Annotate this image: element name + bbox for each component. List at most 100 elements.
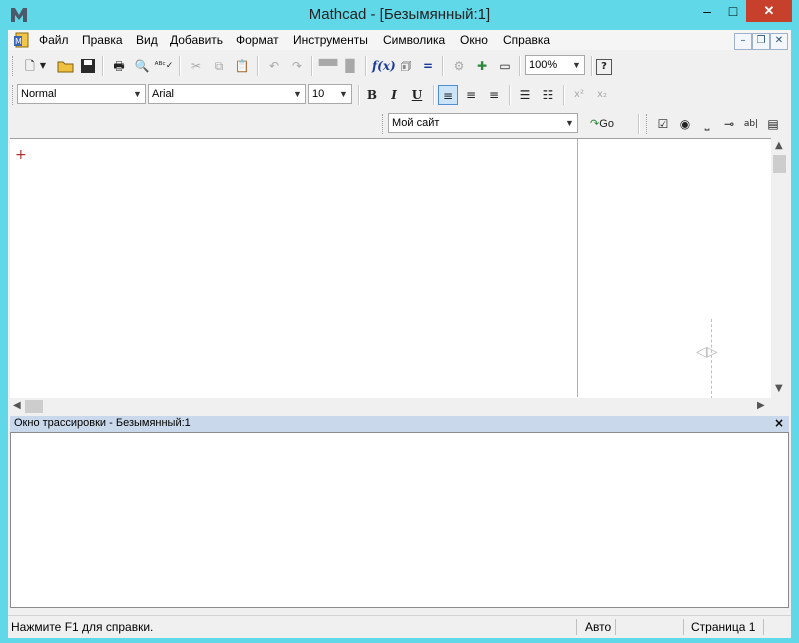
worksheet[interactable]: + ◁▷ xyxy=(10,138,771,399)
toolbar-grip[interactable] xyxy=(12,85,16,105)
font-size-value: 10 xyxy=(312,88,325,100)
chevron-down-icon: ▼ xyxy=(133,89,142,99)
toolbar-separator xyxy=(563,85,565,105)
scroll-left-icon[interactable]: ◀ xyxy=(13,400,21,411)
web-location-select[interactable]: Мой сайт ▼ xyxy=(388,113,578,133)
formatting-toolbar: Normal ▼ Arial ▼ 10 ▼ B I U ≡ ≡ ≡ ☰ ☷ x²… xyxy=(8,81,791,107)
font-size-select[interactable]: 10 ▼ xyxy=(308,84,352,104)
toolbar-grip[interactable] xyxy=(646,114,650,134)
bullet-list-icon[interactable]: ☰ xyxy=(515,85,535,105)
status-mode: Авто xyxy=(585,620,612,634)
status-separator xyxy=(763,619,764,635)
menu-tools[interactable]: Инструменты xyxy=(293,33,368,47)
menu-edit[interactable]: Правка xyxy=(82,33,123,47)
numbered-list-icon[interactable]: ☷ xyxy=(538,85,558,105)
radio-control-icon[interactable]: ◉ xyxy=(675,114,695,134)
textbox-control-icon[interactable]: ab| xyxy=(741,114,761,134)
menu-bar: M Файл Правка Вид Добавить Формат Инстру… xyxy=(8,30,791,50)
spell-check-icon[interactable]: ᴬᴮᶜ✓ xyxy=(154,56,174,76)
menu-view[interactable]: Вид xyxy=(136,33,158,47)
vertical-scrollbar[interactable]: ▲ ▼ xyxy=(771,138,789,398)
menu-insert[interactable]: Добавить xyxy=(170,33,223,47)
horizontal-scrollbar[interactable]: ◀ ▶ xyxy=(10,398,771,415)
window-maximize-button[interactable]: □ xyxy=(720,0,746,22)
align-center-icon[interactable]: ≡ xyxy=(461,85,481,105)
menu-format[interactable]: Формат xyxy=(236,33,279,47)
component-icon[interactable]: ⚙ xyxy=(449,56,469,76)
status-separator xyxy=(683,619,684,635)
superscript-button[interactable]: x² xyxy=(569,85,589,105)
menu-help[interactable]: Справка xyxy=(503,33,550,47)
trace-window-title: Окно трассировки - Безымянный:1 xyxy=(14,417,191,429)
new-dropdown-icon[interactable]: ▼ xyxy=(38,56,48,76)
scroll-up-icon[interactable]: ▲ xyxy=(775,140,783,151)
save-icon[interactable] xyxy=(78,56,98,76)
region-icon[interactable]: ▭ xyxy=(495,56,515,76)
font-select[interactable]: Arial ▼ xyxy=(148,84,306,104)
underline-button[interactable]: U xyxy=(407,85,427,105)
window-minimize-button[interactable]: – xyxy=(694,0,720,22)
document-restore-button[interactable]: ❐ xyxy=(752,33,770,50)
status-page: Страница 1 xyxy=(691,620,756,634)
title-bar[interactable]: Mathcad - [Безымянный:1] – □ ✕ xyxy=(0,0,799,30)
undo-icon[interactable]: ↶ xyxy=(264,56,284,76)
scroll-down-icon[interactable]: ▼ xyxy=(775,383,783,394)
open-folder-icon[interactable] xyxy=(56,56,76,76)
horizontal-scroll-thumb[interactable] xyxy=(25,400,43,413)
chevron-down-icon: ▼ xyxy=(339,89,348,99)
print-preview-icon[interactable]: 🔍 xyxy=(132,56,152,76)
resource-icon[interactable]: ✚ xyxy=(472,56,492,76)
new-document-icon[interactable]: 🗋 xyxy=(20,56,40,76)
align-right-icon[interactable]: ≡ xyxy=(484,85,504,105)
help-icon[interactable]: ? xyxy=(596,59,612,75)
insert-unit-icon[interactable]: 🗊 xyxy=(396,56,416,76)
toolbar-separator xyxy=(591,56,593,76)
chevron-down-icon: ▼ xyxy=(565,118,574,128)
style-select[interactable]: Normal ▼ xyxy=(17,84,146,104)
document-icon[interactable]: M xyxy=(13,32,31,48)
zoom-select[interactable]: 100% ▼ xyxy=(525,55,585,75)
toolbar-separator xyxy=(638,114,640,134)
trace-close-button[interactable]: × xyxy=(774,416,784,430)
toolbar-separator xyxy=(102,56,104,76)
toolbar-grip[interactable] xyxy=(382,114,386,134)
paste-icon[interactable]: 📋 xyxy=(232,56,252,76)
svg-text:M: M xyxy=(15,37,22,46)
bold-button[interactable]: B xyxy=(362,85,382,105)
menu-symbolics[interactable]: Символика xyxy=(383,33,445,47)
calculate-icon[interactable]: = xyxy=(418,56,438,76)
chevron-down-icon: ▼ xyxy=(572,60,581,70)
slider-control-icon[interactable]: ⊸ xyxy=(719,114,739,134)
trace-window-body[interactable] xyxy=(10,432,789,608)
web-location-value: Мой сайт xyxy=(392,117,440,129)
copy-icon[interactable]: ⧉ xyxy=(209,56,229,76)
align-left-icon[interactable]: ≡ xyxy=(438,85,458,105)
window-close-button[interactable]: ✕ xyxy=(746,0,792,22)
scroll-right-icon[interactable]: ▶ xyxy=(757,400,765,411)
toolbar-separator xyxy=(365,56,367,76)
insert-function-icon[interactable]: f(x) xyxy=(372,56,396,76)
push-button-control-icon[interactable]: ⎵ xyxy=(697,114,717,134)
zoom-value: 100% xyxy=(529,59,558,71)
font-value: Arial xyxy=(152,88,175,100)
cut-icon[interactable]: ✂ xyxy=(186,56,206,76)
go-button[interactable]: ↷Go xyxy=(585,114,619,134)
trace-window-header[interactable]: Окно трассировки - Безымянный:1 × xyxy=(10,416,789,432)
listbox-control-icon[interactable]: ▤ xyxy=(763,114,783,134)
menu-window[interactable]: Окно xyxy=(460,33,488,47)
subscript-button[interactable]: x₂ xyxy=(592,85,612,105)
split-arrows-icon[interactable]: ◁▷ xyxy=(696,344,718,360)
checkbox-control-icon[interactable]: ☑ xyxy=(653,114,673,134)
document-close-button[interactable]: ✕ xyxy=(770,33,788,50)
vertical-scroll-thumb[interactable] xyxy=(773,155,786,173)
align-bottom-icon[interactable]: ▐▌ xyxy=(340,56,360,76)
toolbar-separator xyxy=(311,56,313,76)
align-top-icon[interactable]: ▀▀ xyxy=(318,56,338,76)
menu-file[interactable]: Файл xyxy=(39,33,69,47)
redo-icon[interactable]: ↷ xyxy=(287,56,307,76)
toolbar-grip[interactable] xyxy=(12,56,16,76)
print-icon[interactable]: 🖶 xyxy=(109,56,129,76)
document-minimize-button[interactable]: – xyxy=(734,33,752,50)
italic-button[interactable]: I xyxy=(384,85,404,105)
toolbar-separator xyxy=(358,85,360,105)
